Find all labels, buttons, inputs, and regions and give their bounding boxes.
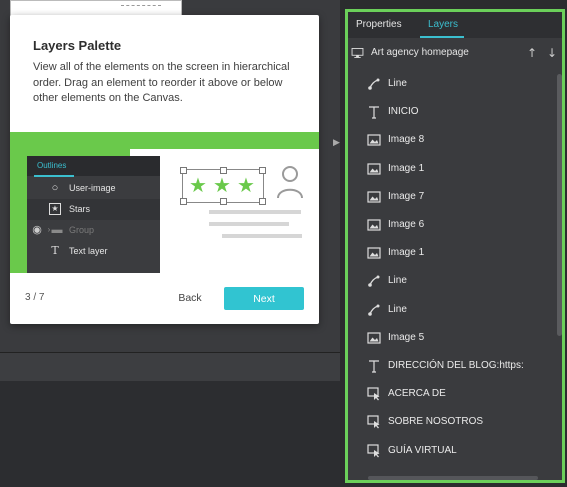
layer-label: Image 1 xyxy=(388,162,425,174)
panel-collapse-arrow-icon[interactable]: ▶ xyxy=(333,138,340,148)
star-icon: ★ xyxy=(237,173,255,197)
layer-list: Line INICIO Image 8 Image 1 Image 7 Image 6 Im… xyxy=(348,69,553,469)
layer-row[interactable]: INICIO xyxy=(348,97,553,125)
next-button[interactable]: Next xyxy=(224,287,304,310)
text-icon xyxy=(367,104,381,119)
layer-row[interactable]: Image 7 xyxy=(348,182,553,210)
image-icon xyxy=(367,132,381,146)
layer-row[interactable]: Image 1 xyxy=(348,238,553,266)
circle-icon: ○ xyxy=(51,182,59,194)
line-icon xyxy=(367,76,381,90)
back-button[interactable]: Back xyxy=(165,287,215,309)
layer-row[interactable]: GUÍA VIRTUAL xyxy=(348,436,553,464)
layer-label: Line xyxy=(388,275,407,287)
layer-label: SOBRE NOSOTROS xyxy=(388,416,484,428)
avatar-icon xyxy=(277,166,303,199)
tab-layers[interactable]: Layers xyxy=(428,19,458,30)
folder-icon: ▬ xyxy=(51,224,63,236)
layer-row[interactable]: ACERCA DE xyxy=(348,379,553,407)
move-down-icon[interactable]: ↓ xyxy=(545,46,559,60)
layer-label: ACERCA DE xyxy=(388,388,446,400)
illustration-stars-selection: ★ ★ ★ xyxy=(180,167,266,205)
layer-label: Image 6 xyxy=(388,219,425,230)
image-icon xyxy=(367,217,381,231)
image-icon xyxy=(367,161,381,175)
line-icon xyxy=(367,273,381,288)
canvas-bottom-area xyxy=(0,381,340,487)
layers-panel: Properties Layers Art agency homepage ↑ … xyxy=(345,9,565,483)
hotspot-icon xyxy=(367,443,381,458)
layer-label: Image 7 xyxy=(388,190,425,202)
hotspot-icon xyxy=(367,414,381,429)
star-icon: ★ xyxy=(213,173,231,197)
layer-label: Line xyxy=(388,303,407,315)
outline-row: ★ Stars xyxy=(27,199,160,220)
tour-title: Layers Palette xyxy=(33,38,122,53)
layer-label: Line xyxy=(388,78,407,89)
hotspot-icon xyxy=(367,386,381,401)
tour-step-counter: 3 / 7 xyxy=(25,292,45,303)
layer-label: Image 1 xyxy=(388,247,425,259)
star-icon: ★ xyxy=(189,173,207,197)
tour-card: Layers Palette View all of the elements … xyxy=(10,15,319,324)
layer-row[interactable]: Image 1 xyxy=(348,154,553,182)
layer-label: Image 5 xyxy=(388,331,425,343)
page-row[interactable]: Art agency homepage ↑ ↓ xyxy=(348,41,562,65)
layer-label: GUÍA VIRTUAL xyxy=(388,444,457,456)
layer-label: INICIO xyxy=(388,106,419,118)
outline-row: ○ User-image xyxy=(27,178,160,199)
layer-row[interactable]: Image 8 xyxy=(348,125,553,153)
tour-illustration: ★ ★ ★ Outlines ○ User-image ★ Stars ◉ › … xyxy=(10,132,319,273)
text-icon: T xyxy=(51,244,59,257)
canvas-toolbar-strip xyxy=(0,352,340,382)
illustration-text-line xyxy=(209,210,301,214)
layer-row[interactable]: Image 5 xyxy=(348,323,553,351)
text-icon xyxy=(367,358,381,373)
horizontal-scrollbar[interactable] xyxy=(368,476,538,480)
layer-row[interactable]: SOBRE NOSOTROS xyxy=(348,407,553,435)
outline-row: T Text layer xyxy=(27,241,160,262)
image-icon xyxy=(367,189,381,203)
move-up-icon[interactable]: ↑ xyxy=(525,46,539,60)
tour-description: View all of the elements on the screen i… xyxy=(33,61,290,104)
tab-properties[interactable]: Properties xyxy=(356,19,402,30)
page-name: Art agency homepage xyxy=(371,47,469,58)
layer-row[interactable]: Line xyxy=(348,69,553,97)
monitor-icon xyxy=(351,48,364,58)
illustration-outlines-panel: Outlines ○ User-image ★ Stars ◉ › ▬ Grou… xyxy=(27,156,160,273)
illustration-text-line xyxy=(209,222,289,226)
layer-row[interactable]: Image 6 xyxy=(348,210,553,238)
panel-tabs: Properties Layers xyxy=(348,12,562,38)
active-tab-indicator xyxy=(420,36,464,38)
star-icon: ★ xyxy=(49,203,61,215)
outlines-tab: Outlines xyxy=(37,161,67,170)
image-icon xyxy=(367,330,381,344)
layer-label: Image 8 xyxy=(388,134,425,146)
image-icon xyxy=(367,245,381,259)
layer-row[interactable]: Line xyxy=(348,266,553,294)
eye-icon: ◉ xyxy=(32,224,42,236)
outline-row: ◉ › ▬ Group xyxy=(32,224,95,236)
layer-row[interactable]: Line xyxy=(348,295,553,323)
vertical-scrollbar[interactable] xyxy=(557,74,562,336)
layer-row[interactable]: DIRECCIÓN DEL BLOG:https: xyxy=(348,351,553,379)
illustration-text-line xyxy=(222,234,302,238)
layer-label: DIRECCIÓN DEL BLOG:https: xyxy=(388,360,524,371)
line-icon xyxy=(367,302,381,316)
